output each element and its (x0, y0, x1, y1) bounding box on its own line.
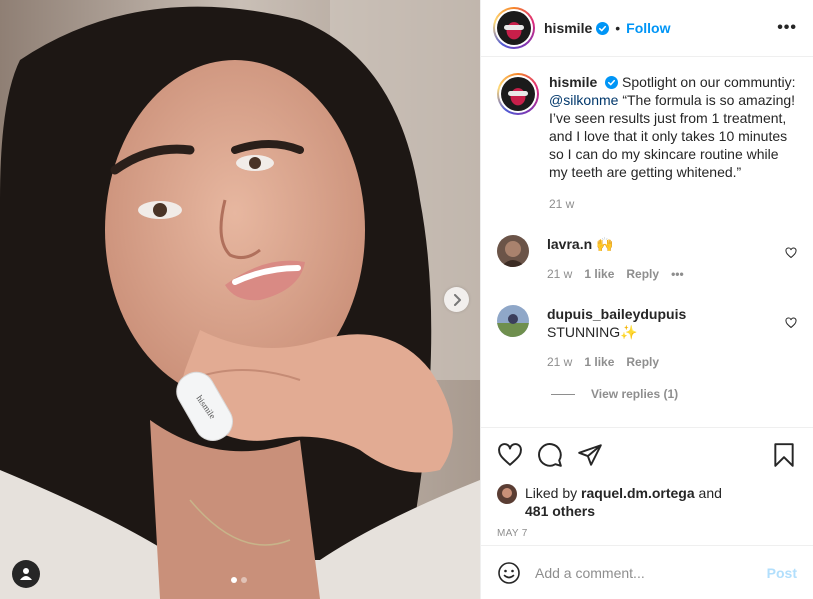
view-replies-label: View replies (1) (591, 387, 679, 401)
user-tag-icon (20, 568, 32, 580)
commenter-username[interactable]: lavra.n (547, 236, 592, 252)
follow-button[interactable]: Follow (626, 20, 670, 36)
comment-timestamp[interactable]: 21 w (547, 265, 572, 283)
carousel-dot-active (231, 577, 237, 583)
comment-item: dupuis_baileydupuis STUNNING✨ 21 w 1 lik… (497, 305, 797, 371)
post-media: hismile (0, 0, 480, 599)
comment-text: STUNNING✨ (547, 324, 638, 340)
carousel-dots (231, 577, 247, 583)
post-header: hismile • Follow ••• (481, 0, 813, 57)
next-slide-button[interactable] (444, 287, 469, 312)
more-options-button[interactable]: ••• (777, 19, 797, 37)
comment-item: lavra.n 🙌 21 w 1 like Reply ••• (497, 235, 797, 283)
likes-summary: Liked by raquel.dm.ortega and 481 others (497, 484, 797, 520)
tagged-users-button[interactable] (12, 560, 40, 588)
liked-by-prefix: Liked by (525, 485, 578, 501)
comment-likes[interactable]: 1 like (584, 353, 614, 371)
post-comment-button[interactable]: Post (767, 565, 797, 581)
comment-timestamp[interactable]: 21 w (547, 353, 572, 371)
caption-mention[interactable]: @silkonme (549, 92, 618, 108)
heart-icon[interactable] (497, 442, 523, 468)
caption-timestamp[interactable]: 21 w (549, 195, 797, 213)
commenter-avatar[interactable] (497, 235, 529, 267)
comment-text: 🙌 (596, 236, 614, 252)
verified-badge-icon (596, 21, 610, 35)
post-photo: hismile (0, 0, 480, 599)
heart-icon[interactable] (785, 317, 797, 329)
heart-icon[interactable] (785, 247, 797, 259)
post-panel: hismile • Follow ••• hismile Spotlight o… (480, 0, 813, 599)
post-caption: hismile Spotlight on our communtiy: @sil… (497, 73, 797, 213)
commenter-avatar[interactable] (497, 305, 529, 337)
add-comment-bar: Post (481, 545, 813, 599)
caption-username[interactable]: hismile (549, 74, 597, 90)
instagram-post: hismile hismile • Follow ••• hismile Spo… (0, 0, 813, 599)
commenter-username[interactable]: dupuis_baileydupuis (547, 306, 686, 322)
author-username[interactable]: hismile (544, 20, 592, 36)
liked-by-user[interactable]: raquel.dm.ortega (581, 485, 695, 501)
share-icon[interactable] (577, 442, 603, 468)
comments-section[interactable]: hismile Spotlight on our communtiy: @sil… (481, 57, 813, 427)
post-actions: Liked by raquel.dm.ortega and 481 others… (481, 427, 813, 599)
comment-options-button[interactable]: ••• (671, 265, 684, 283)
chevron-right-icon (453, 293, 461, 306)
liker-avatar[interactable] (497, 484, 517, 504)
reply-button[interactable]: Reply (626, 265, 659, 283)
view-replies-button[interactable]: View replies (1) (551, 387, 797, 401)
post-date[interactable]: MAY 7 (497, 528, 797, 539)
carousel-dot (241, 577, 247, 583)
liked-by-and: and (698, 485, 722, 501)
likes-count[interactable]: 481 others (525, 503, 595, 519)
caption-text-intro: Spotlight on our communtiy: (622, 74, 796, 90)
emoji-icon[interactable] (497, 561, 521, 585)
replies-divider (551, 393, 575, 395)
bookmark-icon[interactable] (771, 442, 797, 468)
comment-input[interactable] (535, 564, 767, 581)
header-separator: • (615, 20, 621, 36)
reply-button[interactable]: Reply (626, 353, 659, 371)
comment-likes[interactable]: 1 like (584, 265, 614, 283)
caption-avatar[interactable] (497, 73, 539, 115)
author-avatar[interactable] (493, 7, 535, 49)
verified-badge-icon (605, 76, 619, 89)
comment-icon[interactable] (537, 442, 563, 468)
